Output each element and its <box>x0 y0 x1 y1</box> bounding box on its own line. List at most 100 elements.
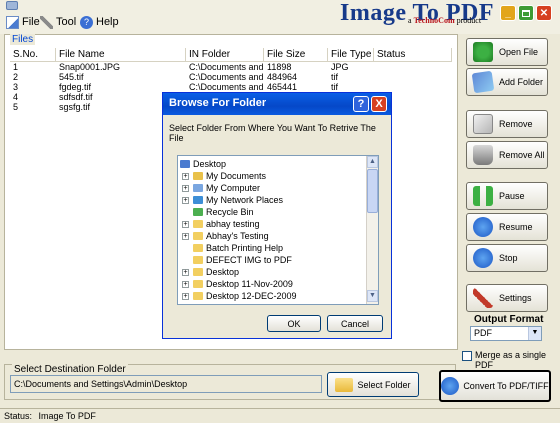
folder-tree-nodes: Desktop + My Documents + My Computer + My Netw… <box>178 156 378 302</box>
plus-icon <box>473 42 493 62</box>
expand-icon[interactable]: + <box>182 280 189 288</box>
tree-node-label: Desktop <box>193 159 227 169</box>
settings-button[interactable]: Settings <box>466 284 548 312</box>
tree-node-label: Desktop 11-Nov-2009 <box>206 279 293 289</box>
tree-node[interactable]: DEFECT IMG to PDF <box>180 254 378 266</box>
open-file-button[interactable]: Open File <box>466 38 548 66</box>
minimize-button[interactable]: _ <box>500 5 516 21</box>
tree-node[interactable]: + My Documents <box>180 170 378 182</box>
help-icon: ? <box>80 15 93 29</box>
tree-node[interactable]: + abhay testing <box>180 218 378 230</box>
convert-icon <box>441 377 460 395</box>
tree-node[interactable]: Desktop <box>180 158 378 170</box>
add-folder-label: Add Folder <box>499 77 544 87</box>
tree-node[interactable]: + My Network Places <box>180 194 378 206</box>
output-format-value: PDF <box>474 328 492 338</box>
merge-label: Merge as a single PDF <box>475 350 547 370</box>
col-file-name[interactable]: File Name <box>56 48 186 62</box>
table-row[interactable]: 1 Snap0001.JPG C:\Documents and... 11898 JPG <box>10 62 452 72</box>
table-cell: Snap0001.JPG <box>59 62 121 72</box>
table-cell: C:\Documents and... <box>189 62 264 72</box>
tree-node[interactable]: + My Computer <box>180 182 378 194</box>
wrench-icon <box>473 288 493 308</box>
file-table-header: S.No. File Name IN Folder File Size File… <box>10 48 452 62</box>
table-cell: 465441 <box>267 82 298 92</box>
table-cell <box>374 62 452 72</box>
convert-label: Convert To PDF/TIFF <box>463 381 549 391</box>
expand-icon[interactable]: + <box>182 220 189 228</box>
close-icon: ✕ <box>539 7 549 19</box>
remove-icon <box>473 114 493 134</box>
destination-legend: Select Destination Folder <box>12 364 128 375</box>
desktop-icon <box>180 160 190 168</box>
merge-checkbox[interactable] <box>462 351 472 361</box>
folder-icon <box>193 292 203 300</box>
play-icon <box>473 217 493 237</box>
tree-node[interactable]: Recycle Bin <box>180 206 378 218</box>
tree-node[interactable]: + Desktop 12-DEC-2009 <box>180 290 378 302</box>
tree-node-label: Abhay's Testing <box>206 231 269 241</box>
table-cell: JPG <box>331 62 349 72</box>
table-cell: C:\Documents and... <box>189 82 264 92</box>
dialog-ok-button[interactable]: OK <box>267 315 321 332</box>
table-row[interactable]: 3 fgdeg.tif C:\Documents and... 465441 tif <box>10 82 452 92</box>
remove-all-button[interactable]: Remove All <box>466 141 548 169</box>
menu-tool[interactable]: Tool <box>40 14 76 30</box>
dialog-help-button[interactable]: ? <box>353 96 369 112</box>
dialog-close-button[interactable]: X <box>371 96 387 112</box>
pause-button[interactable]: Pause <box>466 182 548 210</box>
output-format-select[interactable]: PDF ▼ <box>470 326 542 341</box>
subtitle-suffix: product <box>454 16 482 25</box>
col-in-folder[interactable]: IN Folder <box>186 48 264 62</box>
my-computer-icon <box>193 184 203 192</box>
remove-label: Remove <box>499 119 533 129</box>
destination-path-input[interactable]: C:\Documents and Settings\Admin\Desktop <box>10 375 322 393</box>
maximize-button[interactable] <box>518 5 534 21</box>
resume-button[interactable]: Resume <box>466 213 548 241</box>
convert-button[interactable]: Convert To PDF/TIFF <box>439 370 551 402</box>
tree-scrollbar[interactable]: ▲ ▼ <box>366 156 378 304</box>
col-file-type[interactable]: File Type <box>328 48 374 62</box>
table-cell: 4 <box>13 92 19 102</box>
select-folder-button[interactable]: Select Folder <box>327 372 419 397</box>
table-cell: fgdeg.tif <box>59 82 92 92</box>
expand-icon[interactable]: + <box>182 172 189 180</box>
output-format-label: Output Format <box>474 314 544 325</box>
add-folder-button[interactable]: Add Folder <box>466 68 548 96</box>
expand-icon[interactable]: + <box>182 184 189 192</box>
stop-button[interactable]: Stop <box>466 244 548 272</box>
table-row[interactable]: 2 545.tif C:\Documents and... 484964 tif <box>10 72 452 82</box>
menu-file[interactable]: File <box>6 14 40 30</box>
status-label: Status: <box>4 411 33 421</box>
tree-node[interactable]: + Abhay's Testing <box>180 230 378 242</box>
col-file-size[interactable]: File Size <box>264 48 328 62</box>
stop-icon <box>473 248 493 268</box>
folder-add-icon <box>471 70 495 94</box>
table-cell: 2 <box>13 72 19 82</box>
scroll-thumb[interactable] <box>367 169 378 213</box>
folder-tree[interactable]: Desktop + My Documents + My Computer + My Netw… <box>177 155 379 305</box>
col-sno[interactable]: S.No. <box>10 48 56 62</box>
expand-icon[interactable]: + <box>182 232 189 240</box>
tree-node[interactable]: + Desktop <box>180 266 378 278</box>
folder-icon <box>193 280 203 288</box>
select-folder-label: Select Folder <box>357 379 411 390</box>
menu-help[interactable]: ? Help <box>80 14 119 30</box>
status-value: Image To PDF <box>38 411 96 421</box>
tree-node[interactable]: + Desktop 11-Nov-2009 <box>180 278 378 290</box>
remove-button[interactable]: Remove <box>466 110 548 138</box>
scroll-down-button[interactable]: ▼ <box>367 290 378 302</box>
tree-node-label: DEFECT IMG to PDF <box>206 255 292 265</box>
table-cell: 1 <box>13 62 19 72</box>
col-status[interactable]: Status <box>374 48 452 62</box>
table-cell <box>374 82 452 92</box>
network-places-icon <box>193 196 203 204</box>
expand-icon[interactable]: + <box>182 268 189 276</box>
dialog-cancel-button[interactable]: Cancel <box>327 315 383 332</box>
expand-icon[interactable]: + <box>182 292 189 300</box>
tree-node[interactable]: Batch Printing Help <box>180 242 378 254</box>
close-button[interactable]: ✕ <box>536 5 552 21</box>
expand-icon[interactable]: + <box>182 196 189 204</box>
scroll-up-button[interactable]: ▲ <box>367 156 378 168</box>
tree-node-label: My Documents <box>206 171 267 181</box>
